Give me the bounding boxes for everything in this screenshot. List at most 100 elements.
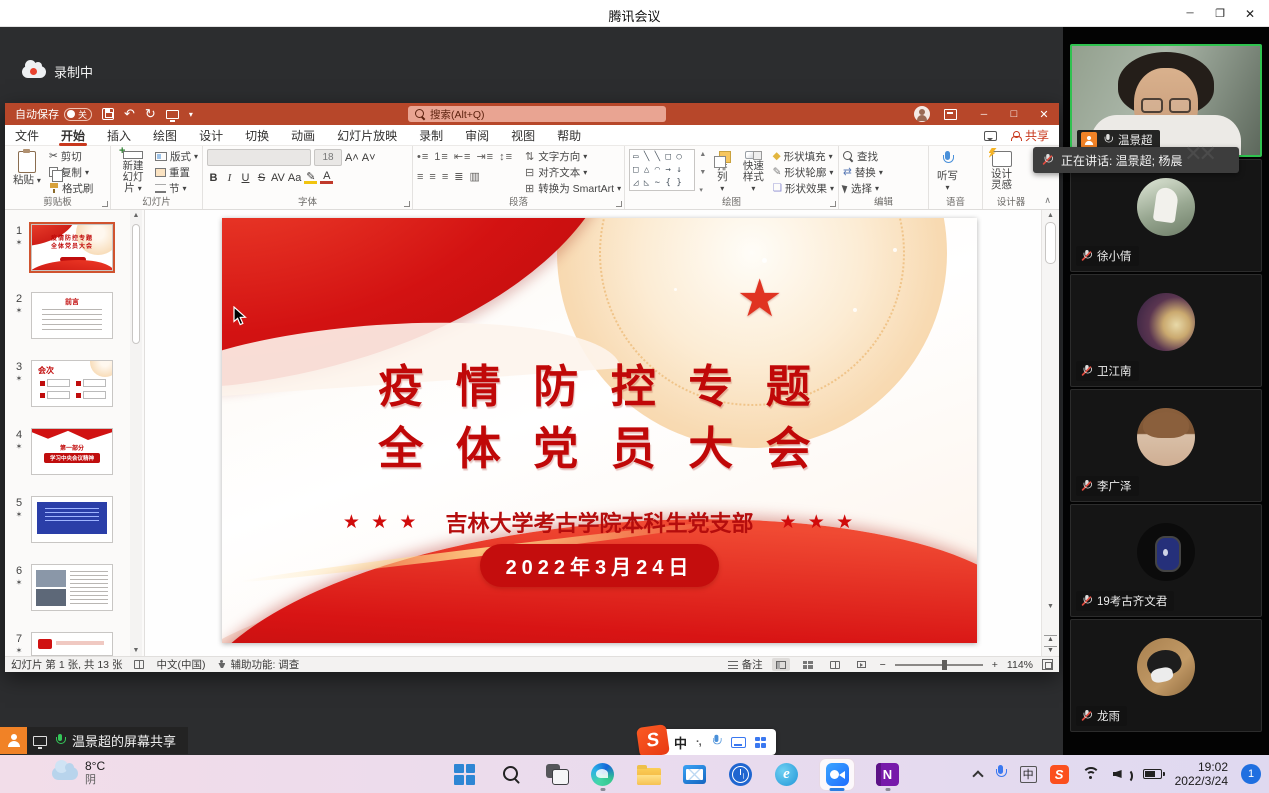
ppt-maximize-button[interactable] [999,103,1029,125]
cut-button[interactable]: 剪切 [49,149,94,163]
wifi-icon[interactable] [1082,767,1100,781]
internet-explorer-button[interactable]: e [774,757,799,791]
edge-button[interactable] [590,757,615,791]
window-maximize-button[interactable] [1205,0,1235,27]
sogou-tray-icon[interactable]: S [1050,765,1069,784]
qat-customize-icon[interactable] [189,108,193,120]
tab-record[interactable]: 录制 [419,125,443,146]
save-icon[interactable] [102,108,114,120]
numbering-icon[interactable]: 1≡ [434,151,449,163]
select-button[interactable]: 选择 [843,181,883,195]
replace-button[interactable]: 替换 [843,165,883,179]
grow-font-button[interactable]: A˄ [345,150,359,165]
format-painter-button[interactable]: 格式刷 [49,181,94,195]
ppt-minimize-button[interactable] [969,103,999,125]
character-spacing-button[interactable]: AV [271,170,285,185]
align-left-icon[interactable]: ≡ [417,171,424,183]
battery-icon[interactable] [1143,769,1162,779]
previous-slide-button[interactable]: ▲ [1044,635,1057,643]
justify-icon[interactable]: ≣ [454,170,464,183]
normal-view-button[interactable] [772,658,790,671]
video-tile-weijiangnan[interactable]: 卫江南 [1070,274,1262,387]
align-center-icon[interactable]: ≡ [429,171,436,183]
next-slide-button[interactable]: ▼ [1044,646,1057,654]
thumbnail-5[interactable]: 5✶ [11,496,113,543]
tencent-meeting-button[interactable] [820,757,854,791]
ppt-close-button[interactable] [1029,103,1059,125]
zoom-level[interactable]: 114% [1007,659,1033,671]
clock-app-button[interactable] [728,757,753,791]
tab-help[interactable]: 帮助 [557,125,581,146]
copy-button[interactable]: 复制 [49,165,94,179]
zoom-in-button[interactable]: + [992,659,998,671]
paste-button[interactable]: 粘贴 [9,149,45,196]
line-spacing-icon[interactable]: ↕≡ [499,151,513,163]
sogou-input-bar[interactable]: S 中 ·, [640,729,776,755]
accessibility-status[interactable]: 辅助功能: 调查 [217,657,299,672]
tab-design[interactable]: 设计 [199,125,223,146]
video-tile-liguangze[interactable]: 李广泽 [1070,389,1262,502]
shapes-gallery[interactable]: ▭ ╲ ╲ □ ○ □ △ ◠ → ↓ ◿ ◺ ∼ { } [629,149,695,191]
shapes-more-icon[interactable]: ▾ [699,186,706,194]
shapes-down-icon[interactable]: ▼ [699,169,706,176]
notification-badge[interactable]: 1 [1241,764,1261,784]
tab-insert[interactable]: 插入 [107,125,131,146]
scroll-up-icon[interactable]: ▲ [130,212,142,219]
notes-button[interactable]: 备注 [728,657,763,672]
keyboard-icon[interactable] [731,737,746,748]
toolbox-grid-icon[interactable] [755,737,766,748]
underline-button[interactable]: U [239,170,252,185]
zoom-slider[interactable] [895,664,983,666]
bold-button[interactable]: B [207,170,220,185]
tray-mic-icon[interactable] [995,765,1007,783]
tab-transitions[interactable]: 切换 [245,125,269,146]
video-tile-wenjingchao[interactable]: 温景超 [1070,44,1262,157]
volume-icon[interactable] [1113,767,1130,781]
quick-styles-button[interactable]: 快速样式 [738,149,768,196]
weather-widget[interactable]: 8°C 阴 [52,759,105,787]
font-color-button[interactable]: A [320,171,333,184]
find-button[interactable]: 查找 [843,149,883,163]
tab-slideshow[interactable]: 幻灯片放映 [337,125,397,146]
ime-indicator[interactable]: 中 [1020,766,1037,783]
account-avatar[interactable] [914,106,930,122]
thumbnail-scrollbar[interactable]: ▲ ▼ [130,210,142,656]
change-case-button[interactable]: Aa [288,170,301,185]
shape-fill-button[interactable]: 形状填充 [773,149,834,163]
tab-view[interactable]: 视图 [511,125,535,146]
scrollbar-thumb[interactable] [132,224,140,344]
scroll-up-icon[interactable]: ▲ [1042,212,1059,219]
arrange-button[interactable]: 排列 [710,149,734,196]
task-view-button[interactable] [544,757,569,791]
video-tile-qiwenjun[interactable]: 19考古齐文君 [1070,504,1262,617]
thumbnail-1[interactable]: 1✶ 疫情防控专题全体党员大会 [11,224,113,271]
columns-icon[interactable]: ▥ [469,170,480,183]
new-slide-button[interactable]: 新建幻灯片 [115,149,151,196]
slideshow-view-button[interactable] [853,658,871,671]
ime-mode-indicator[interactable]: 中 [674,733,687,752]
language-indicator[interactable]: 中文(中国) [156,657,205,672]
start-button[interactable] [452,757,477,791]
align-right-icon[interactable]: ≡ [442,171,449,183]
redo-button[interactable] [145,106,156,122]
shapes-up-icon[interactable]: ▲ [699,151,706,158]
slide-scrollbar[interactable]: ▲ ▼ ▲ ▼ [1041,210,1059,656]
autosave-toggle[interactable]: 自动保存 关 [15,106,92,122]
ribbon-display-options-icon[interactable] [944,109,957,120]
smartart-button[interactable]: ⊞转换为 SmartArt [525,181,621,195]
search-input[interactable]: 搜索(Alt+Q) [408,106,666,122]
decrease-indent-icon[interactable]: ⇤≡ [454,150,472,163]
undo-button[interactable] [124,106,135,122]
collapse-ribbon-icon[interactable]: ∧ [1044,195,1051,206]
mail-button[interactable] [682,757,707,791]
onenote-button[interactable]: N [875,757,900,791]
shape-outline-button[interactable]: 形状轮廓 [773,165,834,179]
dictate-button[interactable]: 听写 [933,149,962,196]
shrink-font-button[interactable]: A˅ [362,150,376,165]
tab-file[interactable]: 文件 [15,125,39,146]
punctuation-icon[interactable]: ·, [696,736,701,748]
reset-button[interactable]: 重置 [155,165,198,179]
align-text-button[interactable]: ⊟对齐文本 [525,165,621,179]
designer-button[interactable]: 设计灵感 [987,149,1016,196]
tray-expand-icon[interactable] [972,770,983,781]
